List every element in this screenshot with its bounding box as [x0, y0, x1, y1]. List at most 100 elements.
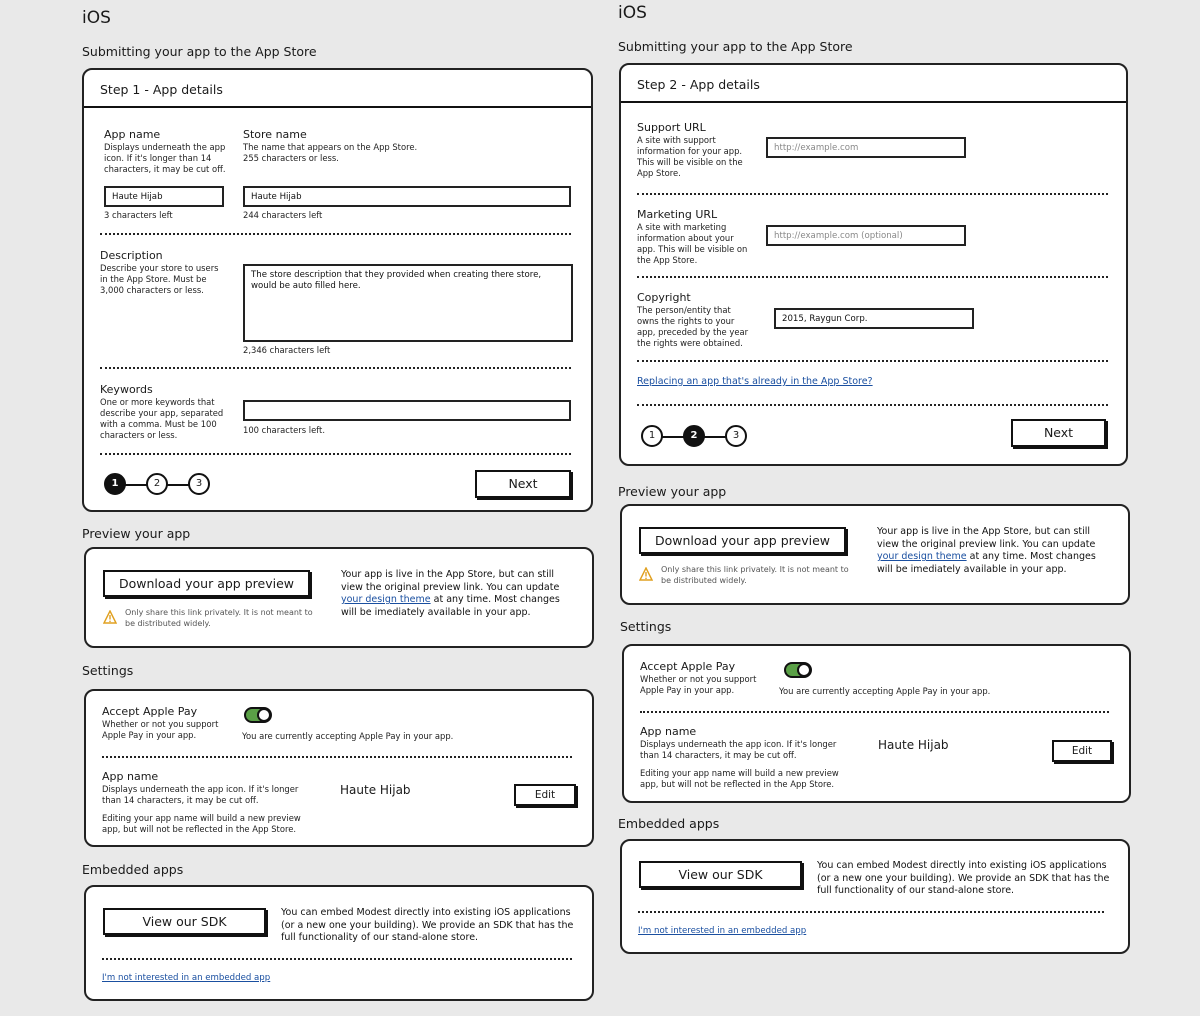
- setting-app-name-note: Editing your app name will build a new p…: [102, 813, 301, 834]
- card-header: Step 2 - App details: [621, 65, 1126, 103]
- divider: [100, 453, 571, 455]
- design-theme-link[interactable]: your design theme: [341, 594, 431, 605]
- embedded-heading: Embedded apps: [618, 816, 720, 831]
- step-3[interactable]: 3: [725, 425, 747, 447]
- apple-pay-toggle[interactable]: [784, 662, 812, 678]
- next-button[interactable]: Next: [475, 470, 571, 498]
- next-button[interactable]: Next: [1011, 419, 1106, 447]
- step-title: Step 2 - App details: [637, 77, 760, 92]
- description-textarea[interactable]: The store description that they provided…: [243, 264, 573, 342]
- settings-card: Accept Apple Pay Whether or not you supp…: [622, 644, 1131, 803]
- download-preview-button[interactable]: Download your app preview: [103, 570, 310, 597]
- replacing-app-link[interactable]: Replacing an app that's already in the A…: [637, 376, 873, 387]
- divider: [102, 756, 572, 758]
- setting-app-name-value: Haute Hijab: [340, 783, 411, 797]
- keywords-input[interactable]: [243, 400, 571, 421]
- download-preview-button[interactable]: Download your app preview: [639, 527, 846, 554]
- divider: [637, 276, 1108, 278]
- preview-heading: Preview your app: [618, 484, 727, 499]
- divider: [637, 404, 1108, 406]
- embedded-card: View our SDK You can embed Modest direct…: [84, 885, 594, 1001]
- divider: [637, 193, 1108, 195]
- warning-icon: [639, 567, 653, 581]
- apple-pay-hint: Whether or not you support Apple Pay in …: [102, 719, 219, 740]
- apple-pay-label: Accept Apple Pay: [102, 705, 198, 718]
- copyright-hint: The person/entity that owns the rights t…: [637, 305, 749, 348]
- design-theme-link[interactable]: your design theme: [877, 551, 967, 562]
- step-3[interactable]: 3: [188, 473, 210, 495]
- warning-icon: [103, 610, 117, 624]
- preview-card: Download your app preview Only share thi…: [620, 504, 1130, 605]
- step-2[interactable]: 2: [146, 473, 168, 495]
- not-interested-link[interactable]: I'm not interested in an embedded app: [102, 973, 270, 983]
- divider: [100, 367, 571, 369]
- step-indicator: 1 2 3: [104, 473, 214, 497]
- copyright-label: Copyright: [637, 291, 691, 304]
- divider: [638, 911, 1104, 913]
- edit-app-name-button[interactable]: Edit: [1052, 740, 1112, 762]
- apple-pay-label: Accept Apple Pay: [640, 660, 736, 673]
- support-url-label: Support URL: [637, 121, 706, 134]
- preview-card: Download your app preview Only share thi…: [84, 547, 594, 648]
- description-hint: Describe your store to users in the App …: [100, 263, 219, 295]
- settings-card: Accept Apple Pay Whether or not you supp…: [84, 689, 594, 847]
- divider: [637, 360, 1108, 362]
- description-label: Description: [100, 249, 163, 262]
- app-name-label: App name: [104, 128, 161, 141]
- sdk-text: You can embed Modest directly into exist…: [817, 860, 1110, 896]
- preview-warning: Only share this link privately. It is no…: [661, 565, 849, 585]
- store-name-label: Store name: [243, 128, 307, 141]
- apple-pay-toggle[interactable]: [244, 707, 272, 723]
- settings-heading: Settings: [82, 663, 134, 678]
- preview-warning: Only share this link privately. It is no…: [125, 608, 313, 628]
- step-2[interactable]: 2: [683, 425, 705, 447]
- view-sdk-button[interactable]: View our SDK: [103, 908, 266, 935]
- setting-app-name-label: App name: [640, 725, 697, 738]
- marketing-url-input[interactable]: http://example.com (optional): [766, 225, 966, 246]
- setting-app-name-hint: Displays underneath the app icon. If it'…: [102, 784, 299, 805]
- edit-app-name-button[interactable]: Edit: [514, 784, 576, 806]
- preview-text: Your app is live in the App Store, but c…: [341, 569, 560, 618]
- store-name-input[interactable]: Haute Hijab: [243, 186, 571, 207]
- settings-heading: Settings: [620, 619, 672, 634]
- step-title: Step 1 - App details: [100, 82, 223, 97]
- setting-app-name-value: Haute Hijab: [878, 738, 949, 752]
- marketing-url-label: Marketing URL: [637, 208, 718, 221]
- divider: [100, 233, 571, 235]
- preview-text: Your app is live in the App Store, but c…: [877, 526, 1096, 575]
- support-url-hint: A site with support information for your…: [637, 135, 743, 178]
- apple-pay-hint: Whether or not you support Apple Pay in …: [640, 674, 757, 695]
- store-name-hint: The name that appears on the App Store. …: [243, 142, 418, 163]
- sdk-text: You can embed Modest directly into exist…: [281, 907, 574, 943]
- step-indicator: 1 2 3: [641, 425, 751, 449]
- app-name-input[interactable]: Haute Hijab: [104, 186, 224, 207]
- apple-pay-status: You are currently accepting Apple Pay in…: [242, 731, 454, 741]
- submit-heading: Submitting your app to the App Store: [618, 39, 853, 54]
- app-name-hint: Displays underneath the app icon. If it'…: [104, 142, 226, 174]
- embedded-card: View our SDK You can embed Modest direct…: [620, 839, 1130, 954]
- divider: [102, 958, 572, 960]
- view-sdk-button[interactable]: View our SDK: [639, 861, 802, 888]
- divider: [640, 711, 1109, 713]
- keywords-hint: One or more keywords that describe your …: [100, 397, 224, 440]
- app-name-count: 3 characters left: [104, 210, 173, 220]
- preview-heading: Preview your app: [82, 526, 191, 541]
- setting-app-name-label: App name: [102, 770, 159, 783]
- copyright-input[interactable]: 2015, Raygun Corp.: [774, 308, 974, 329]
- keywords-count: 100 characters left.: [243, 425, 326, 435]
- step-1[interactable]: 1: [104, 473, 126, 495]
- step-1[interactable]: 1: [641, 425, 663, 447]
- apple-pay-status: You are currently accepting Apple Pay in…: [779, 686, 991, 696]
- marketing-url-hint: A site with marketing information about …: [637, 222, 748, 265]
- description-count: 2,346 characters left: [243, 345, 331, 355]
- embedded-heading: Embedded apps: [82, 862, 184, 877]
- support-url-input[interactable]: http://example.com: [766, 137, 966, 158]
- card-header: Step 1 - App details: [84, 70, 591, 108]
- app-details-card: Step 1 - App details App name Displays u…: [82, 68, 593, 512]
- submit-heading: Submitting your app to the App Store: [82, 44, 317, 59]
- setting-app-name-note: Editing your app name will build a new p…: [640, 768, 839, 789]
- app-details-card-step2: Step 2 - App details Support URL A site …: [619, 63, 1128, 466]
- not-interested-link[interactable]: I'm not interested in an embedded app: [638, 926, 806, 936]
- platform-title: iOS: [82, 8, 111, 28]
- store-name-count: 244 characters left: [243, 210, 323, 220]
